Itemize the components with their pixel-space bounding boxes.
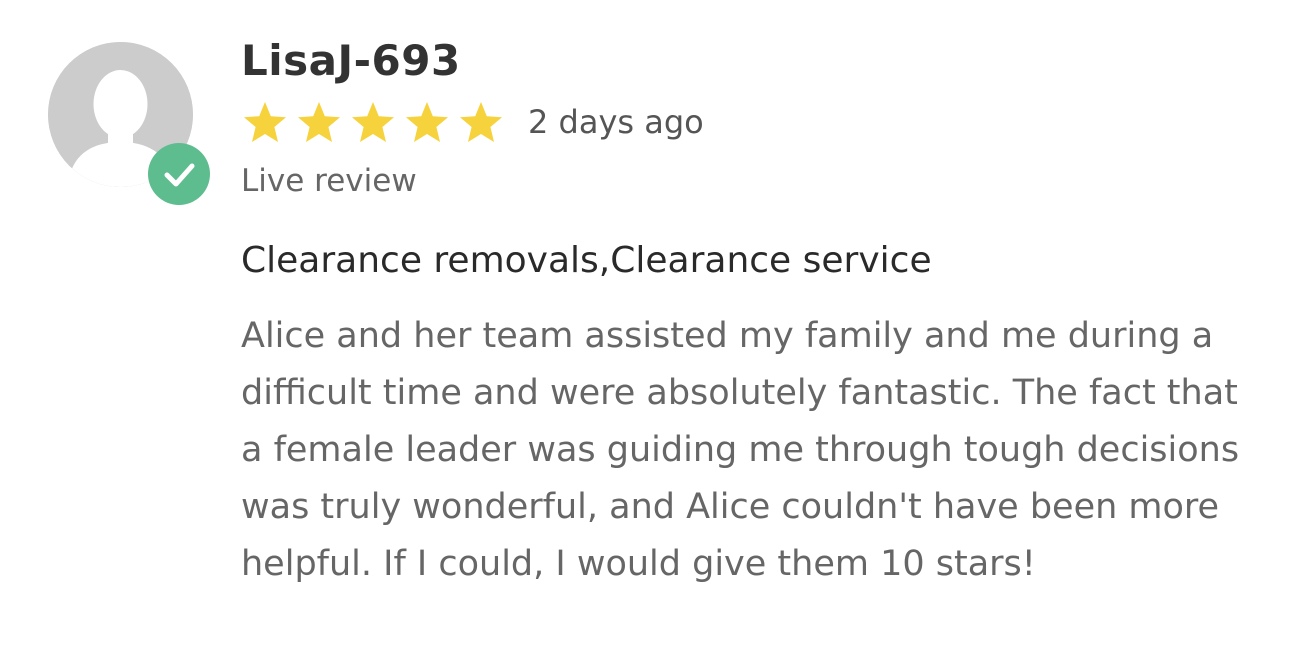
verified-badge — [148, 143, 210, 205]
star-icon — [406, 102, 448, 142]
review-date: 2 days ago — [528, 103, 704, 141]
star-icon — [244, 102, 286, 142]
review-title: Clearance removals,Clearance service — [241, 240, 932, 281]
review-body: Alice and her team assisted my family an… — [241, 316, 1240, 584]
review-card: LisaJ-693 2 days ago Live review Clearan… — [0, 0, 1290, 667]
star-icon — [352, 102, 394, 142]
star-icon — [460, 102, 502, 142]
check-icon — [164, 163, 195, 187]
review-type-label: Live review — [241, 163, 417, 199]
star-rating — [241, 100, 505, 146]
star-icon — [298, 102, 340, 142]
reviewer-name[interactable]: LisaJ-693 — [241, 36, 461, 85]
